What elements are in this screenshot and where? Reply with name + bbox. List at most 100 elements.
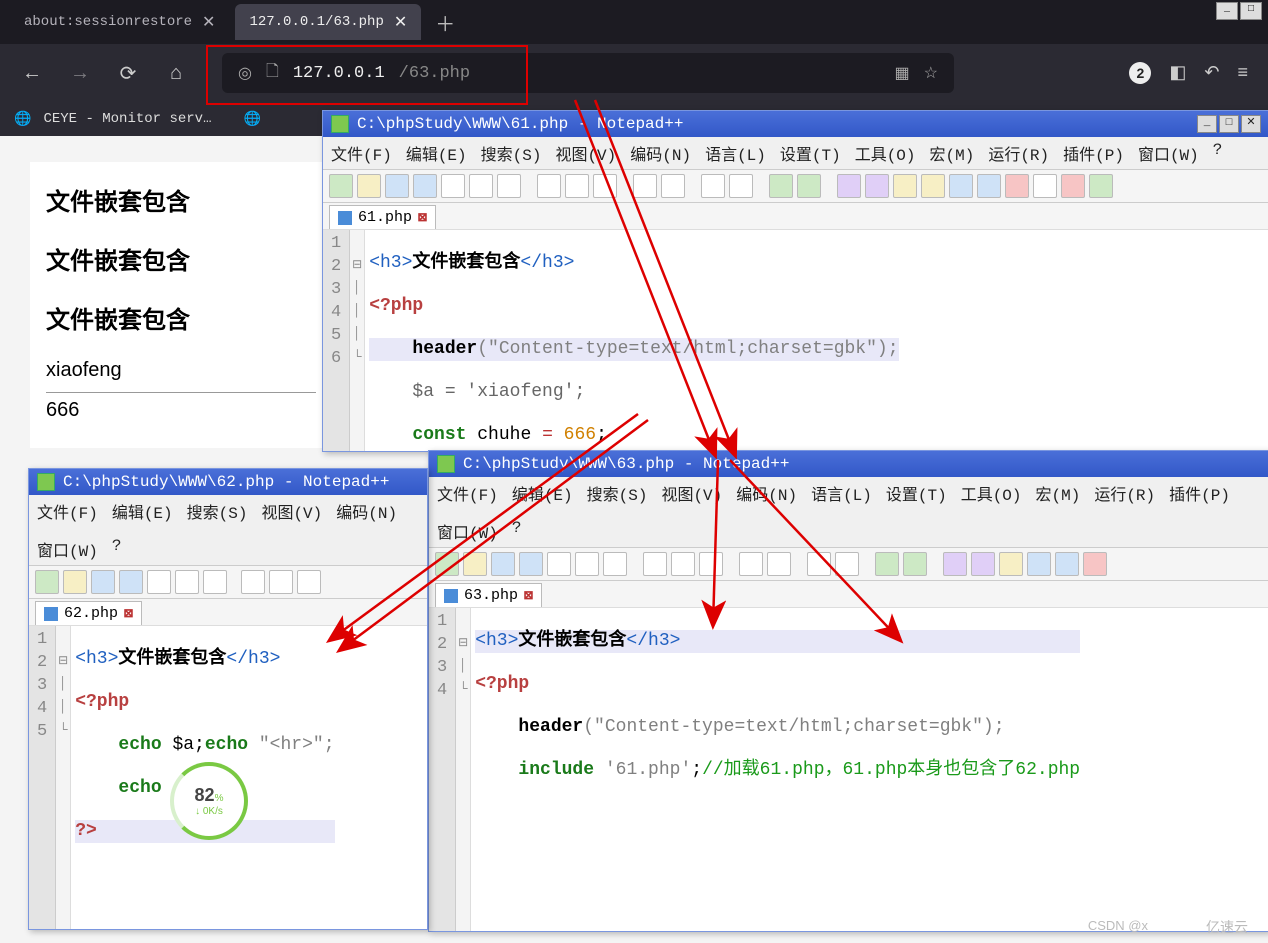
menu-plugin[interactable]: 插件(P)	[1063, 141, 1124, 165]
print-icon[interactable]	[497, 174, 521, 198]
tab-close-icon[interactable]: ⊠	[124, 604, 133, 623]
record-icon[interactable]	[1061, 174, 1085, 198]
tool-icon[interactable]	[949, 174, 973, 198]
menu-help[interactable]: ?	[1213, 141, 1223, 165]
menu-macro[interactable]: 宏(M)	[930, 141, 975, 165]
menu-help[interactable]: ?	[112, 537, 122, 561]
paste-icon[interactable]	[699, 552, 723, 576]
copy-icon[interactable]	[269, 570, 293, 594]
tool-icon[interactable]	[175, 570, 199, 594]
window-minimize[interactable]: _	[1216, 2, 1238, 20]
close-icon[interactable]: ✕	[394, 12, 407, 32]
paste-icon[interactable]	[297, 570, 321, 594]
save-icon[interactable]	[491, 552, 515, 576]
editor-tab-63[interactable]: 63.php⊠	[435, 583, 542, 607]
menu-lang[interactable]: 语言(L)	[705, 141, 766, 165]
menubar[interactable]: 文件(F) 编辑(E) 搜索(S) 视图(V) 编码(N) 语言(L) 设置(T…	[323, 137, 1268, 169]
close-icon[interactable]	[147, 570, 171, 594]
redo-icon[interactable]	[661, 174, 685, 198]
tool-icon[interactable]	[837, 174, 861, 198]
replace-icon[interactable]	[835, 552, 859, 576]
menubar[interactable]: 文件(F) 编辑(E) 搜索(S) 视图(V) 编码(N) 语言(L) 设置(T…	[429, 477, 1268, 547]
replace-icon[interactable]	[729, 174, 753, 198]
tool-icon[interactable]	[1005, 174, 1029, 198]
cut-icon[interactable]	[643, 552, 667, 576]
tab-close-icon[interactable]: ⊠	[418, 208, 427, 227]
zoom-out-icon[interactable]	[797, 174, 821, 198]
menu-edit[interactable]: 编辑(E)	[406, 141, 467, 165]
bookmark-item[interactable]: CEYE - Monitor serv…	[43, 111, 211, 127]
menu-search[interactable]: 搜索(S)	[187, 499, 248, 523]
open-icon[interactable]	[63, 570, 87, 594]
editor-tab-61[interactable]: 61.php⊠	[329, 205, 436, 229]
menu-lang[interactable]: 语言(L)	[811, 481, 872, 505]
crop-icon[interactable]: ◧	[1169, 62, 1186, 84]
copy-icon[interactable]	[671, 552, 695, 576]
zoom-out-icon[interactable]	[903, 552, 927, 576]
cut-icon[interactable]	[241, 570, 265, 594]
menu-file[interactable]: 文件(F)	[331, 141, 392, 165]
redo-icon[interactable]	[767, 552, 791, 576]
menu-tool[interactable]: 工具(O)	[855, 141, 916, 165]
max-icon[interactable]: □	[1219, 115, 1239, 133]
menu-search[interactable]: 搜索(S)	[587, 481, 648, 505]
forward-button[interactable]: →	[68, 62, 92, 85]
menu-window[interactable]: 窗口(W)	[37, 537, 98, 561]
print-icon[interactable]	[603, 552, 627, 576]
open-icon[interactable]	[357, 174, 381, 198]
menu-plugin[interactable]: 插件(P)	[1169, 481, 1230, 505]
menu-window[interactable]: 窗口(W)	[1138, 141, 1199, 165]
menu-view[interactable]: 视图(V)	[661, 481, 722, 505]
menu-file[interactable]: 文件(F)	[37, 499, 98, 523]
menu-edit[interactable]: 编辑(E)	[512, 481, 573, 505]
close-icon[interactable]: ✕	[202, 12, 215, 32]
tool-icon[interactable]	[893, 174, 917, 198]
close-icon[interactable]	[441, 174, 465, 198]
url-bar[interactable]: ◎ 🗋 127.0.0.1/63.php ▦ ☆	[222, 53, 954, 93]
menu-macro[interactable]: 宏(M)	[1036, 481, 1081, 505]
menu-window[interactable]: 窗口(W)	[437, 519, 498, 543]
open-icon[interactable]	[463, 552, 487, 576]
titlebar-62[interactable]: C:\phpStudy\WWW\62.php - Notepad++	[29, 469, 427, 495]
tool-icon[interactable]	[469, 174, 493, 198]
window-maximize[interactable]: □	[1240, 2, 1262, 20]
print-icon[interactable]	[203, 570, 227, 594]
code-area[interactable]: 123456 ⊟│││└ <h3>文件嵌套包含</h3> <?php heade…	[323, 229, 1268, 451]
code[interactable]: <h3>文件嵌套包含</h3> <?php header("Content-ty…	[365, 230, 902, 451]
code[interactable]: <h3>文件嵌套包含</h3> <?php header("Content-ty…	[471, 608, 1084, 931]
menu-settings[interactable]: 设置(T)	[780, 141, 841, 165]
titlebar-63[interactable]: C:\phpStudy\WWW\63.php - Notepad++	[429, 451, 1268, 477]
menu-run[interactable]: 运行(R)	[1094, 481, 1155, 505]
tool-icon[interactable]	[1083, 552, 1107, 576]
new-tab-button[interactable]: ＋	[427, 8, 463, 37]
save-icon[interactable]	[385, 174, 409, 198]
tool-icon[interactable]	[865, 174, 889, 198]
cut-icon[interactable]	[537, 174, 561, 198]
undo-icon[interactable]: ↶	[1204, 62, 1219, 84]
menu-search[interactable]: 搜索(S)	[481, 141, 542, 165]
find-icon[interactable]	[807, 552, 831, 576]
bookmark-icon[interactable]: ☆	[924, 63, 938, 83]
menu-view[interactable]: 视图(V)	[555, 141, 616, 165]
zoom-in-icon[interactable]	[769, 174, 793, 198]
home-button[interactable]: ⌂	[164, 62, 188, 85]
tool-icon[interactable]	[575, 552, 599, 576]
new-icon[interactable]	[435, 552, 459, 576]
tool-icon[interactable]	[999, 552, 1023, 576]
tool-icon[interactable]	[921, 174, 945, 198]
tab-sessionrestore[interactable]: about:sessionrestore ✕	[10, 4, 229, 40]
tracker-badge[interactable]: 2	[1129, 62, 1151, 84]
editor-tab-62[interactable]: 62.php⊠	[35, 601, 142, 625]
menu-encode[interactable]: 编码(N)	[630, 141, 691, 165]
find-icon[interactable]	[701, 174, 725, 198]
tool-icon[interactable]	[1055, 552, 1079, 576]
saveall-icon[interactable]	[413, 174, 437, 198]
saveall-icon[interactable]	[519, 552, 543, 576]
reload-button[interactable]: ⟳	[116, 61, 140, 86]
tool-icon[interactable]	[977, 174, 1001, 198]
menu-view[interactable]: 视图(V)	[261, 499, 322, 523]
menu-help[interactable]: ?	[512, 519, 522, 543]
qr-icon[interactable]: ▦	[895, 63, 910, 83]
menu-file[interactable]: 文件(F)	[437, 481, 498, 505]
menu-edit[interactable]: 编辑(E)	[112, 499, 173, 523]
